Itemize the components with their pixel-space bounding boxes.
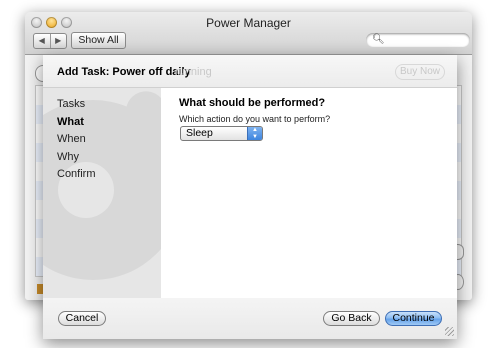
- step-what: What: [57, 115, 84, 128]
- step-when: When: [57, 133, 86, 145]
- window-title: Power Manager: [206, 16, 291, 30]
- step-confirm: Confirm: [57, 168, 96, 180]
- step-tasks: Tasks: [57, 98, 86, 110]
- steps-list: Tasks What When Why Confirm: [57, 96, 96, 184]
- action-popup[interactable]: Sleep ▲ ▼: [180, 126, 263, 141]
- sheet-header: Add Task: Power off daily running Buy No…: [43, 55, 457, 88]
- action-popup-value: Sleep: [186, 127, 213, 139]
- faded-status-text: running: [175, 66, 212, 78]
- resize-grip-icon[interactable]: [445, 327, 454, 336]
- back-forward-control[interactable]: ◀ ▶: [33, 33, 67, 49]
- faded-buy-now-button: Buy Now: [395, 64, 445, 80]
- title-bar: Power Manager ◀ ▶ Show All 🔍︎: [25, 12, 472, 55]
- step-content: What should be performed? Which action d…: [161, 88, 457, 298]
- steps-sidebar: Tasks What When Why Confirm: [43, 88, 161, 298]
- add-task-sheet: Add Task: Power off daily running Buy No…: [43, 55, 457, 339]
- cancel-button[interactable]: Cancel: [58, 311, 106, 326]
- sheet-footer: Cancel Go Back Continue: [43, 298, 457, 339]
- search-field[interactable]: 🔍︎: [366, 33, 470, 47]
- popup-arrows-icon: ▲ ▼: [247, 127, 262, 140]
- sheet-title: Add Task: Power off daily: [57, 66, 191, 78]
- forward-arrow-icon[interactable]: ▶: [49, 34, 67, 48]
- question-heading: What should be performed?: [179, 97, 326, 109]
- search-icon: 🔍︎: [372, 34, 385, 45]
- step-why: Why: [57, 150, 79, 163]
- go-back-button[interactable]: Go Back: [323, 311, 380, 326]
- back-arrow-icon[interactable]: ◀: [34, 34, 50, 48]
- continue-button[interactable]: Continue: [385, 311, 442, 326]
- question-label: Which action do you want to perform?: [179, 114, 331, 124]
- show-all-button[interactable]: Show All: [71, 32, 126, 49]
